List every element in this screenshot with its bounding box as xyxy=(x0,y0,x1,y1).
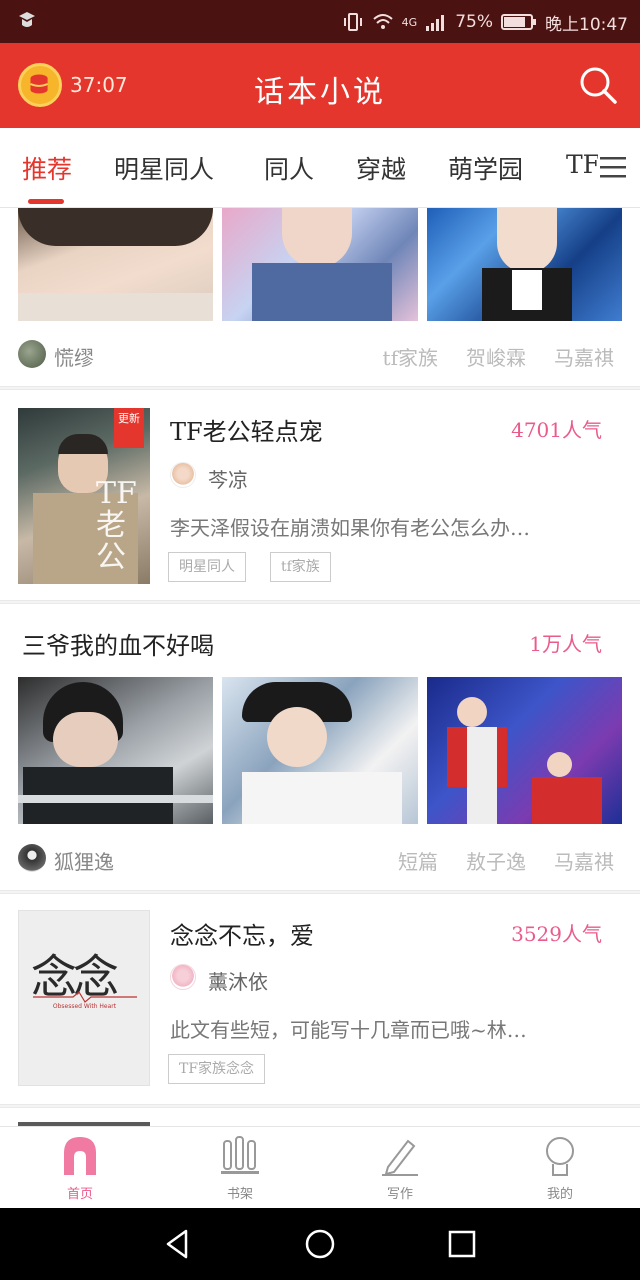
tag-chip[interactable]: TF家族念念 xyxy=(168,1054,266,1084)
author-avatar xyxy=(170,964,196,990)
author-avatar xyxy=(18,844,46,872)
book-description: 李天泽假设在崩溃如果你有老公怎么办… xyxy=(170,516,530,540)
status-bar: 4G 75% 晚上10:47 xyxy=(0,0,640,43)
nav-label: 首页 xyxy=(66,1187,93,1202)
tab-time-travel[interactable]: 穿越 xyxy=(356,150,406,186)
category-tabs: 推荐 明星同人 同人 穿越 萌学园 TF xyxy=(0,128,640,208)
tab-celebrity-fanfic[interactable]: 明星同人 xyxy=(114,150,214,186)
story-image-2 xyxy=(222,677,418,824)
tag-chip[interactable]: 明星同人 xyxy=(168,552,246,582)
active-tab-indicator xyxy=(28,199,64,204)
divider xyxy=(0,1104,640,1108)
cover-text: TF 老公 xyxy=(96,476,137,575)
story-image-1 xyxy=(18,208,213,321)
book-title[interactable]: 念念不忘，爱 xyxy=(170,916,314,951)
nav-profile[interactable]: 我的 xyxy=(520,1135,600,1202)
author-avatar xyxy=(170,462,196,488)
story-meta: 狐狸逸 短篇 敖子逸 马嘉祺 xyxy=(18,844,622,876)
app-bar: 37:07 话本小说 xyxy=(0,43,640,128)
popularity: 3529人气 xyxy=(511,922,602,946)
tag[interactable]: 马嘉祺 xyxy=(554,846,614,875)
bookshelf-icon xyxy=(221,1136,259,1174)
book-description: 此文有些短，可能写十几章而已哦~林… xyxy=(170,1018,527,1042)
nav-label: 书架 xyxy=(226,1187,253,1202)
book-cover: TF 老公 更新 xyxy=(18,408,150,584)
book-title[interactable]: TF老公轻点宠 xyxy=(170,412,323,447)
signal-icon xyxy=(426,15,445,31)
author-name: 慌缪 xyxy=(54,346,94,370)
nav-label: 我的 xyxy=(546,1187,573,1202)
tag-chip[interactable]: tf家族 xyxy=(270,552,331,582)
feed[interactable]: 慌缪 tf家族 贺峻霖 马嘉祺 TF 老公 更新 TF老公轻点宠 4701人气 … xyxy=(0,208,640,1126)
author-avatar xyxy=(18,340,46,368)
story-image-3 xyxy=(427,677,622,824)
cover-subtitle: Obsessed With Heart xyxy=(52,1003,117,1010)
popularity: 1万人气 xyxy=(529,632,602,656)
story-image-1 xyxy=(18,677,213,824)
system-nav-bar xyxy=(0,1208,640,1280)
author-name: 芩凉 xyxy=(208,468,248,492)
bottom-nav: 首页 书架 写作 我的 xyxy=(0,1126,640,1208)
pencil-icon xyxy=(382,1139,418,1176)
tab-recommend[interactable]: 推荐 xyxy=(22,150,72,186)
notification-icon xyxy=(19,12,35,27)
book-cover: 念念 Obsessed With Heart xyxy=(18,910,150,1086)
battery-icon xyxy=(501,14,536,30)
update-badge: 更新 xyxy=(114,408,144,448)
tag[interactable]: 短篇 xyxy=(398,846,438,875)
tag[interactable]: tf家族 xyxy=(383,342,438,371)
tag[interactable]: 贺峻霖 xyxy=(466,342,526,371)
clock: 晚上10:47 xyxy=(545,14,628,35)
tab-fanfic[interactable]: 同人 xyxy=(264,150,314,186)
author-name: 薰沐依 xyxy=(208,970,268,994)
home-icon xyxy=(64,1137,96,1175)
wifi-icon xyxy=(373,14,393,29)
popularity: 4701人气 xyxy=(511,418,602,442)
search-icon[interactable] xyxy=(578,65,618,105)
story-meta: 慌缪 tf家族 贺峻霖 马嘉祺 xyxy=(18,340,622,372)
network-type: 4G xyxy=(401,15,418,29)
divider xyxy=(0,890,640,894)
vibrate-icon xyxy=(343,13,362,31)
nav-home[interactable]: 首页 xyxy=(40,1135,120,1202)
tab-tf[interactable]: TF xyxy=(566,150,600,179)
cover-line-decoration xyxy=(33,991,137,1003)
home-button-icon[interactable] xyxy=(304,1228,336,1260)
tag[interactable]: 敖子逸 xyxy=(466,846,526,875)
story-image-2 xyxy=(222,208,418,321)
divider xyxy=(0,600,640,604)
tab-cute-academy[interactable]: 萌学园 xyxy=(448,150,523,186)
back-icon[interactable] xyxy=(162,1228,194,1260)
author-name: 狐狸逸 xyxy=(54,850,114,874)
story-image-3 xyxy=(427,208,622,321)
nav-write[interactable]: 写作 xyxy=(360,1135,440,1202)
story-title[interactable]: 三爷我的血不好喝 xyxy=(22,626,214,661)
profile-icon xyxy=(546,1137,574,1176)
menu-icon[interactable] xyxy=(598,154,628,180)
nav-bookshelf[interactable]: 书架 xyxy=(200,1135,280,1202)
app-title: 话本小说 xyxy=(254,75,386,110)
divider xyxy=(0,386,640,390)
battery-percent: 75% xyxy=(455,12,493,32)
nav-label: 写作 xyxy=(386,1187,413,1202)
recent-apps-icon[interactable] xyxy=(446,1228,478,1260)
tag[interactable]: 马嘉祺 xyxy=(554,342,614,371)
